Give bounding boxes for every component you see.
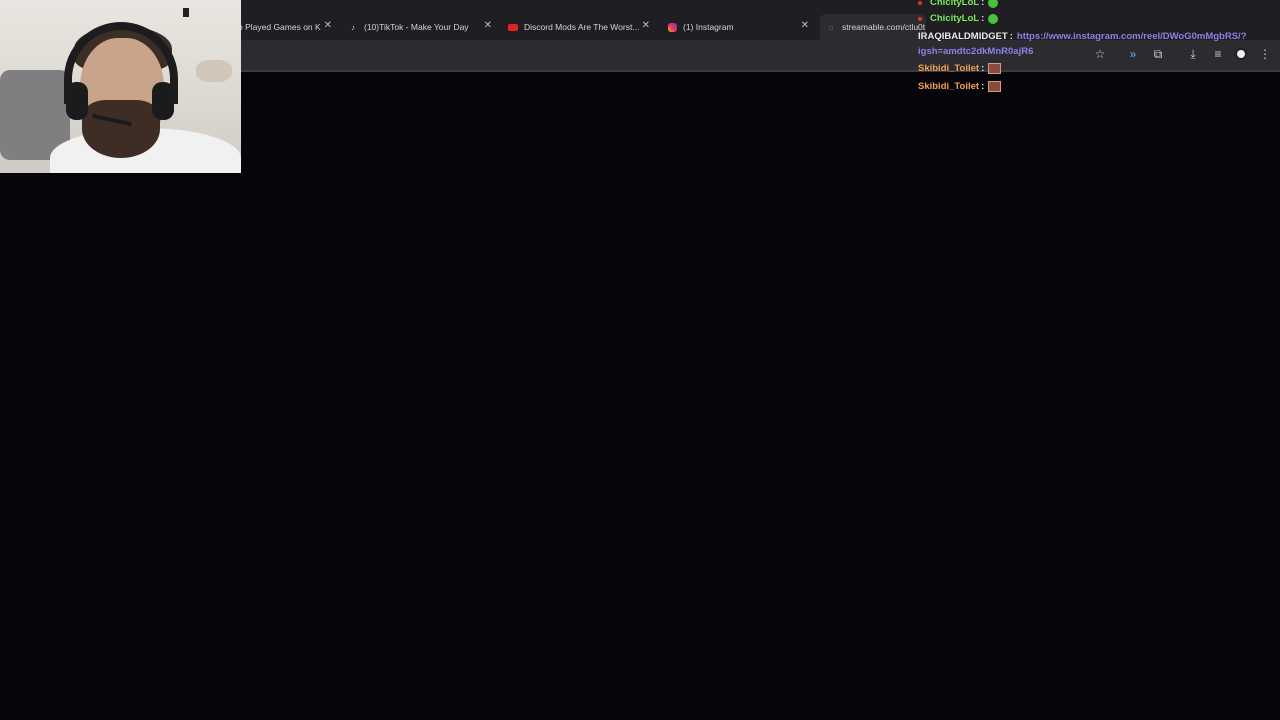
chat-link[interactable]: igsh=amdtc2dkMnR0ajR6 bbox=[918, 46, 1033, 57]
badge-icon bbox=[918, 16, 922, 21]
tab-title: p Played Games on K bbox=[238, 22, 321, 32]
chat-message: ChicityLoL : bbox=[918, 13, 999, 24]
tab-title: Discord Mods Are The Worst... bbox=[524, 22, 640, 32]
tab-instagram[interactable]: (1) Instagram ✕ bbox=[667, 14, 815, 40]
chat-username: ChicityLoL bbox=[930, 13, 980, 24]
close-icon[interactable]: ✕ bbox=[642, 20, 650, 31]
tiktok-icon: ♪ bbox=[351, 22, 355, 32]
tab-played-games[interactable]: p Played Games on K ✕ bbox=[238, 14, 338, 40]
download-icon[interactable]: ⤓ bbox=[1186, 47, 1200, 61]
globe-icon: ◌ bbox=[828, 22, 834, 32]
audio-icon[interactable]: » bbox=[1126, 47, 1140, 61]
chat-username: IRAQIBALDMIDGET bbox=[918, 31, 1008, 42]
chat-separator: : bbox=[981, 0, 985, 8]
media-icon[interactable]: ≡ bbox=[1211, 47, 1225, 61]
star-icon[interactable]: ☆ bbox=[1093, 47, 1107, 61]
tab-youtube[interactable]: Discord Mods Are The Worst... ✕ bbox=[508, 14, 656, 40]
tab-title: (1) Instagram bbox=[683, 22, 734, 32]
green-emote-icon bbox=[988, 0, 999, 8]
chat-link[interactable]: https://www.instagram.com/reel/DWoG0mMgb… bbox=[1017, 31, 1247, 42]
close-icon[interactable]: ✕ bbox=[324, 20, 332, 31]
profile-icon[interactable] bbox=[1234, 47, 1248, 61]
tab-streamable[interactable]: ◌ streamable.com/ctlu0t bbox=[820, 14, 926, 40]
chat-message: ChicityLoL : bbox=[918, 0, 999, 8]
close-icon[interactable]: ✕ bbox=[801, 20, 809, 31]
tab-title: streamable.com/ctlu0t bbox=[842, 22, 926, 32]
tab-title: (10)TikTok - Make Your Day bbox=[364, 22, 469, 32]
extensions-icon[interactable]: ⧉ bbox=[1151, 47, 1165, 61]
close-icon[interactable]: ✕ bbox=[484, 20, 492, 31]
chat-message-continuation: igsh=amdtc2dkMnR0ajR6 bbox=[918, 46, 1033, 57]
instagram-icon bbox=[667, 22, 677, 32]
chat-message: IRAQIBALDMIDGET : https://www.instagram.… bbox=[918, 31, 1247, 42]
green-emote-icon bbox=[988, 13, 999, 24]
chat-separator: : bbox=[1009, 31, 1013, 42]
youtube-icon bbox=[508, 22, 518, 32]
chat-separator: : bbox=[981, 13, 985, 24]
tab-tiktok[interactable]: ♪ (10)TikTok - Make Your Day ✕ bbox=[348, 14, 498, 40]
chat-username: ChicityLoL bbox=[930, 0, 980, 8]
badge-icon bbox=[918, 0, 922, 5]
menu-icon[interactable]: ⋮ bbox=[1258, 47, 1272, 61]
page-content bbox=[0, 72, 1280, 720]
